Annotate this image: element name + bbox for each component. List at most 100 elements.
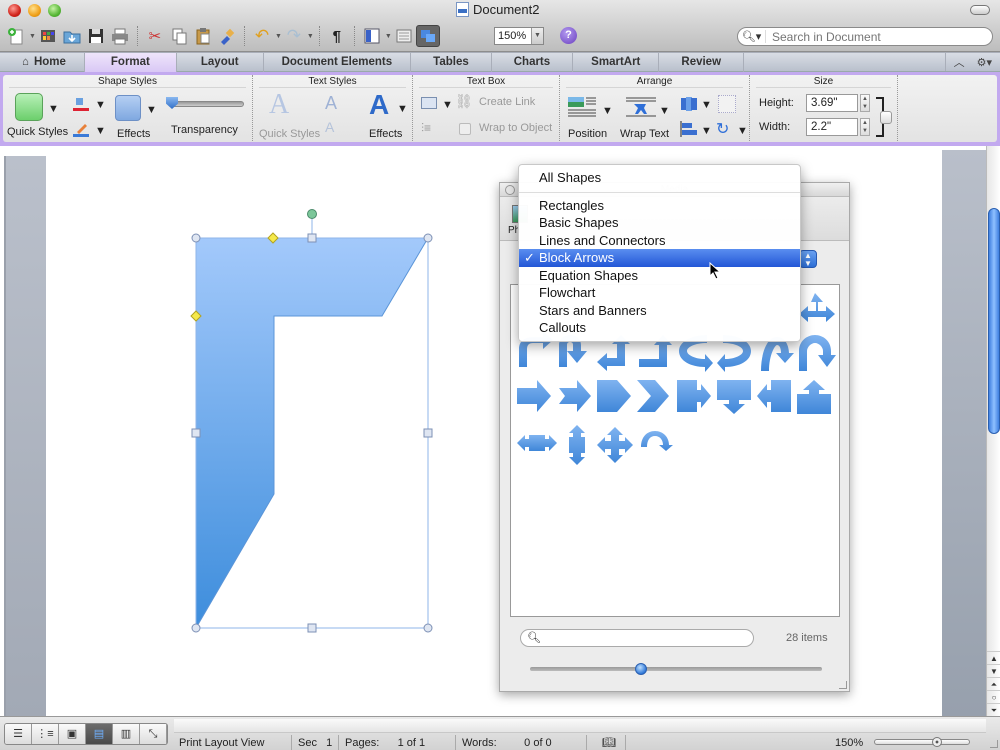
close-window-button[interactable] [8, 4, 21, 17]
line-color-dropdown-arrow[interactable]: ▼ [95, 125, 106, 137]
print-icon[interactable] [108, 25, 132, 47]
shape-quick-styles-icon[interactable] [15, 93, 43, 121]
media-browser-close-button[interactable] [505, 185, 515, 195]
menu-item-equation-shapes[interactable]: Equation Shapes [519, 267, 800, 285]
outline-view-button[interactable]: ⋮≡ [32, 724, 59, 744]
reorder-dropdown-arrow[interactable]: ▼ [701, 99, 712, 111]
help-icon[interactable]: ? [560, 27, 577, 44]
right-arrow-shape[interactable] [517, 380, 551, 412]
resize-grip[interactable] [839, 681, 847, 689]
tab-charts[interactable]: Charts [492, 53, 574, 72]
show-formatting-icon[interactable]: ¶ [325, 25, 349, 47]
browse-object-button[interactable]: ○ [987, 690, 1000, 703]
height-stepper[interactable]: ▲ ▼ [860, 94, 870, 112]
fill-color-dropdown-arrow[interactable]: ▼ [95, 99, 106, 111]
left-arrow-callout-shape[interactable] [757, 380, 791, 412]
horizontal-scrollbar[interactable] [174, 719, 986, 733]
wrap-text-label[interactable]: Wrap Text [620, 128, 669, 140]
print-layout-view-button[interactable]: ▤ [86, 724, 113, 744]
zoom-window-button[interactable] [48, 4, 61, 17]
media-search-field[interactable]: 🔍︎ [520, 629, 754, 647]
shape-effects-label[interactable]: Effects [117, 128, 150, 140]
text-effects-dropdown-arrow[interactable]: ▼ [397, 103, 408, 115]
tab-smartart[interactable]: SmartArt [573, 53, 660, 72]
fill-color-icon[interactable] [73, 95, 89, 111]
rotate-dropdown-arrow[interactable]: ▼ [737, 125, 748, 137]
position-label[interactable]: Position [568, 128, 607, 140]
search-field[interactable]: 🔍︎▾ [737, 27, 993, 46]
tab-tables[interactable]: Tables [411, 53, 492, 72]
position-dropdown-arrow[interactable]: ▼ [602, 105, 613, 117]
undo-icon[interactable]: ↶ [250, 25, 274, 47]
scroll-down-button[interactable]: ▼ [987, 664, 1000, 677]
menu-item-basic-shapes[interactable]: Basic Shapes [519, 214, 800, 232]
shape-effects-dropdown-arrow[interactable]: ▼ [146, 104, 157, 116]
wrap-text-dropdown-arrow[interactable]: ▼ [659, 105, 670, 117]
scroll-up-button[interactable]: ▲ [987, 651, 1000, 664]
save-icon[interactable] [84, 25, 108, 47]
toolbox-icon[interactable] [392, 25, 416, 47]
paste-icon[interactable] [191, 25, 215, 47]
rotation-handle[interactable] [307, 209, 317, 219]
search-icon[interactable]: 🔍︎▾ [738, 30, 766, 43]
zoom-slider-knob[interactable] [932, 737, 943, 747]
tab-document-elements[interactable]: Document Elements [264, 53, 412, 72]
copy-icon[interactable] [167, 25, 191, 47]
width-stepper[interactable]: ▲ ▼ [860, 118, 870, 136]
ribbon-settings-gear-icon[interactable]: ⚙▾ [977, 56, 992, 69]
window-resize-grip[interactable] [990, 740, 998, 748]
left-right-arrow-callout-shape[interactable] [517, 435, 557, 451]
text-effects-label[interactable]: Effects [369, 128, 402, 140]
curved-down-arrow-shape[interactable] [799, 335, 836, 371]
format-painter-icon[interactable] [215, 25, 239, 47]
cut-icon[interactable]: ✂ [143, 25, 167, 47]
menu-item-all-shapes[interactable]: All Shapes [519, 169, 800, 187]
text-direction-icon[interactable] [421, 97, 437, 109]
draft-view-button[interactable]: ☰ [5, 724, 32, 744]
previous-page-button[interactable]: ⏶ [987, 677, 1000, 690]
chevron-shape[interactable] [637, 380, 669, 412]
new-document-icon[interactable] [4, 25, 28, 47]
circular-arrow-shape[interactable] [641, 431, 673, 451]
quad-arrow-callout-shape[interactable] [799, 293, 835, 322]
line-color-icon[interactable] [73, 121, 89, 137]
spelling-status-icon[interactable]: 📖︎ [588, 735, 626, 750]
menu-item-callouts[interactable]: Callouts [519, 319, 800, 337]
align-icon[interactable] [680, 121, 698, 137]
striped-right-arrow-shape[interactable] [559, 380, 591, 412]
menu-item-rectangles[interactable]: Rectangles [519, 197, 800, 215]
zoom-dropdown-arrow[interactable]: ▼ [531, 28, 543, 44]
menu-item-flowchart[interactable]: Flowchart [519, 284, 800, 302]
thumbnail-size-slider[interactable] [530, 663, 822, 675]
transparency-slider[interactable] [166, 97, 244, 109]
align-dropdown-arrow[interactable]: ▼ [701, 125, 712, 137]
lock-aspect-ratio-toggle[interactable] [880, 111, 892, 124]
media-browser-icon[interactable] [415, 25, 440, 47]
open-icon[interactable] [60, 25, 84, 47]
text-effects-icon[interactable]: A [369, 89, 389, 121]
quad-arrow-shape[interactable] [597, 427, 633, 463]
rotate-icon[interactable]: ↻ [716, 119, 729, 139]
tab-format[interactable]: Format [84, 53, 177, 72]
position-icon[interactable] [568, 95, 598, 119]
collapse-ribbon-icon[interactable]: ︿ [954, 54, 965, 70]
new-dropdown-arrow[interactable]: ▼ [29, 33, 36, 40]
pentagon-shape[interactable] [597, 380, 631, 412]
sidebar-dropdown-arrow[interactable]: ▼ [385, 33, 392, 40]
wrap-text-icon[interactable] [626, 95, 656, 119]
transparency-slider-knob[interactable] [166, 97, 178, 109]
menu-item-block-arrows[interactable]: ✓ Block Arrows [519, 249, 800, 267]
width-input[interactable]: 2.2" [806, 118, 858, 136]
vertical-scrollbar[interactable]: ▲ ▼ ⏶ ○ ⏷ [986, 146, 1000, 716]
full-screen-view-button[interactable]: ⤡ [140, 724, 167, 744]
zoom-slider[interactable] [874, 737, 970, 747]
redo-icon[interactable]: ↷ [282, 25, 306, 47]
shape-category-select-arrows[interactable]: ▲ ▼ [799, 250, 817, 268]
publishing-layout-view-button[interactable]: ▣ [59, 724, 86, 744]
up-down-arrow-callout-shape[interactable] [569, 425, 585, 465]
right-arrow-callout-shape[interactable] [677, 380, 711, 412]
tab-home[interactable]: ⌂ Home [0, 53, 85, 72]
vertical-scrollbar-thumb[interactable] [988, 208, 1000, 434]
up-arrow-callout-shape[interactable] [797, 380, 831, 414]
minimize-window-button[interactable] [28, 4, 41, 17]
